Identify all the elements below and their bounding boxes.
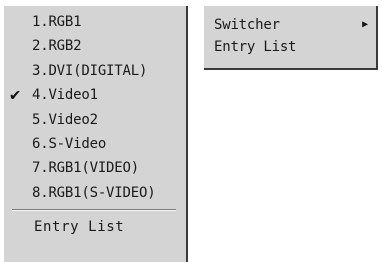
menu-item-rgb1[interactable]: 1.RGB1 (4, 10, 186, 34)
menu-item-label: Switcher (214, 17, 280, 33)
check-icon: ✔ (10, 85, 21, 106)
menu-item-label: Entry List (214, 39, 297, 55)
menu-item-s-video[interactable]: 6.S-Video (4, 132, 186, 156)
menu-item-label: 8.RGB1(S-VIDEO) (32, 184, 156, 201)
menu-item-dvi-digital[interactable]: 3.DVI(DIGITAL) (4, 59, 186, 83)
menu-item-label: 7.RGB1(VIDEO) (32, 160, 139, 177)
menu-item-entry-list[interactable]: Entry List (204, 36, 376, 58)
menu-item-entry-list[interactable]: Entry List (4, 215, 186, 239)
menu-item-label: 5.Video2 (32, 111, 98, 128)
switcher-menu: Switcher ▶ Entry List (204, 6, 378, 70)
menu-divider (12, 209, 176, 212)
menu-item-rgb1-video[interactable]: 7.RGB1(VIDEO) (4, 156, 186, 180)
submenu-arrow-icon: ▶ (362, 19, 368, 30)
menu-item-label: 6.S-Video (32, 135, 107, 152)
menu-item-rgb1-s-video[interactable]: 8.RGB1(S-VIDEO) (4, 181, 186, 205)
menu-item-switcher[interactable]: Switcher ▶ (204, 14, 376, 36)
menu-item-label: 1.RGB1 (32, 14, 82, 30)
menu-item-video2[interactable]: 5.Video2 (4, 108, 186, 132)
menu-item-label: 2.RGB2 (32, 38, 82, 55)
source-menu: 1.RGB1 2.RGB2 3.DVI(DIGITAL) ✔ 4.Video1 … (4, 6, 188, 262)
menu-item-label: Entry List (34, 219, 125, 236)
menu-item-video1[interactable]: ✔ 4.Video1 (4, 83, 186, 107)
menu-item-rgb2[interactable]: 2.RGB2 (4, 34, 186, 58)
menu-item-label: 3.DVI(DIGITAL) (32, 62, 148, 79)
menu-item-label: 4.Video1 (32, 87, 98, 104)
